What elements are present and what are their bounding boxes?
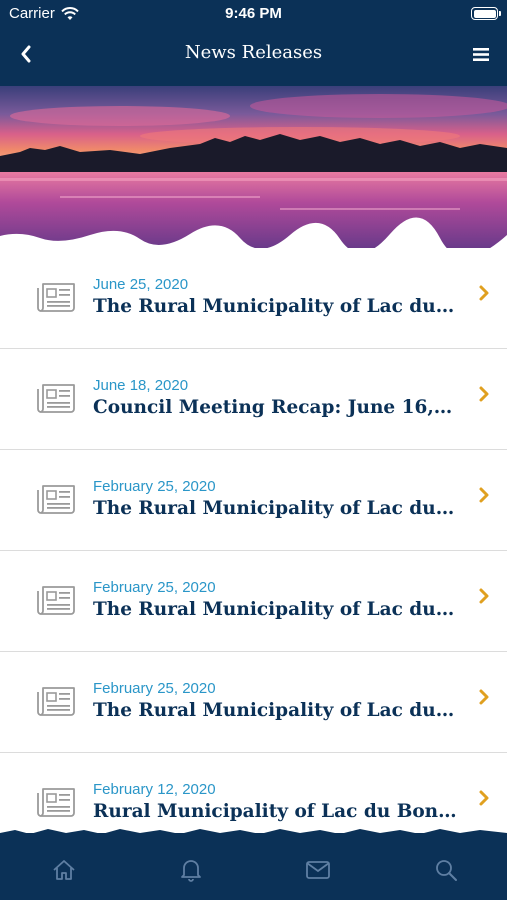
hero-image — [0, 86, 507, 248]
news-list-item[interactable]: June 18, 2020 Council Meeting Recap: Jun… — [0, 349, 507, 450]
news-date: February 12, 2020 — [93, 781, 216, 798]
news-title: The Rural Municipality of Lac du Bonnet — [93, 498, 458, 519]
mail-icon — [306, 861, 330, 879]
chevron-right-icon — [479, 386, 489, 402]
search-icon — [436, 860, 457, 881]
hamburger-menu-icon — [473, 47, 489, 61]
navigation-bar: News Releases — [0, 28, 507, 86]
newspaper-icon — [37, 485, 75, 514]
status-bar: Carrier 9:46 PM — [0, 0, 507, 28]
news-list-item[interactable]: February 25, 2020 The Rural Municipality… — [0, 652, 507, 753]
news-date: February 25, 2020 — [93, 478, 216, 495]
chevron-right-icon — [479, 790, 489, 806]
newspaper-icon — [37, 788, 75, 817]
news-list-item[interactable]: February 25, 2020 The Rural Municipality… — [0, 450, 507, 551]
menu-button[interactable] — [467, 40, 495, 68]
chevron-right-icon — [479, 487, 489, 503]
tab-bar — [0, 829, 507, 900]
bell-icon — [181, 860, 201, 882]
page-title: News Releases — [184, 42, 323, 63]
news-list-item[interactable]: February 25, 2020 The Rural Municipality… — [0, 551, 507, 652]
sunset-lake-image — [0, 86, 507, 248]
chevron-right-icon — [479, 285, 489, 301]
status-time: 9:46 PM — [225, 5, 282, 22]
tab-search[interactable] — [431, 857, 461, 883]
newspaper-icon — [37, 283, 75, 312]
newspaper-icon — [37, 384, 75, 413]
news-list: June 25, 2020 The Rural Municipality of … — [0, 248, 507, 833]
battery-icon — [471, 7, 501, 20]
news-title: The Rural Municipality of Lac du Bonnet — [93, 599, 458, 620]
tab-notifications[interactable] — [176, 857, 206, 883]
news-title: Council Meeting Recap: June 16, 2020 — [93, 397, 458, 418]
news-date: June 25, 2020 — [93, 276, 189, 293]
news-date: June 18, 2020 — [93, 377, 189, 394]
news-title: The Rural Municipality of Lac du Bonnet — [93, 296, 458, 317]
newspaper-icon — [37, 687, 75, 716]
home-icon — [53, 860, 75, 880]
news-date: February 25, 2020 — [93, 579, 216, 596]
tab-messages[interactable] — [303, 857, 333, 883]
chevron-right-icon — [479, 689, 489, 705]
news-title: The Rural Municipality of Lac du Bonnet — [93, 700, 458, 721]
torn-edge — [0, 829, 507, 839]
news-title: Rural Municipality of Lac du Bonnet — [93, 801, 458, 822]
news-list-item[interactable]: June 25, 2020 The Rural Municipality of … — [0, 248, 507, 349]
tab-home[interactable] — [49, 857, 79, 883]
news-list-item[interactable]: February 12, 2020 Rural Municipality of … — [0, 753, 507, 833]
newspaper-icon — [37, 586, 75, 615]
news-date: February 25, 2020 — [93, 680, 216, 697]
chevron-right-icon — [479, 588, 489, 604]
